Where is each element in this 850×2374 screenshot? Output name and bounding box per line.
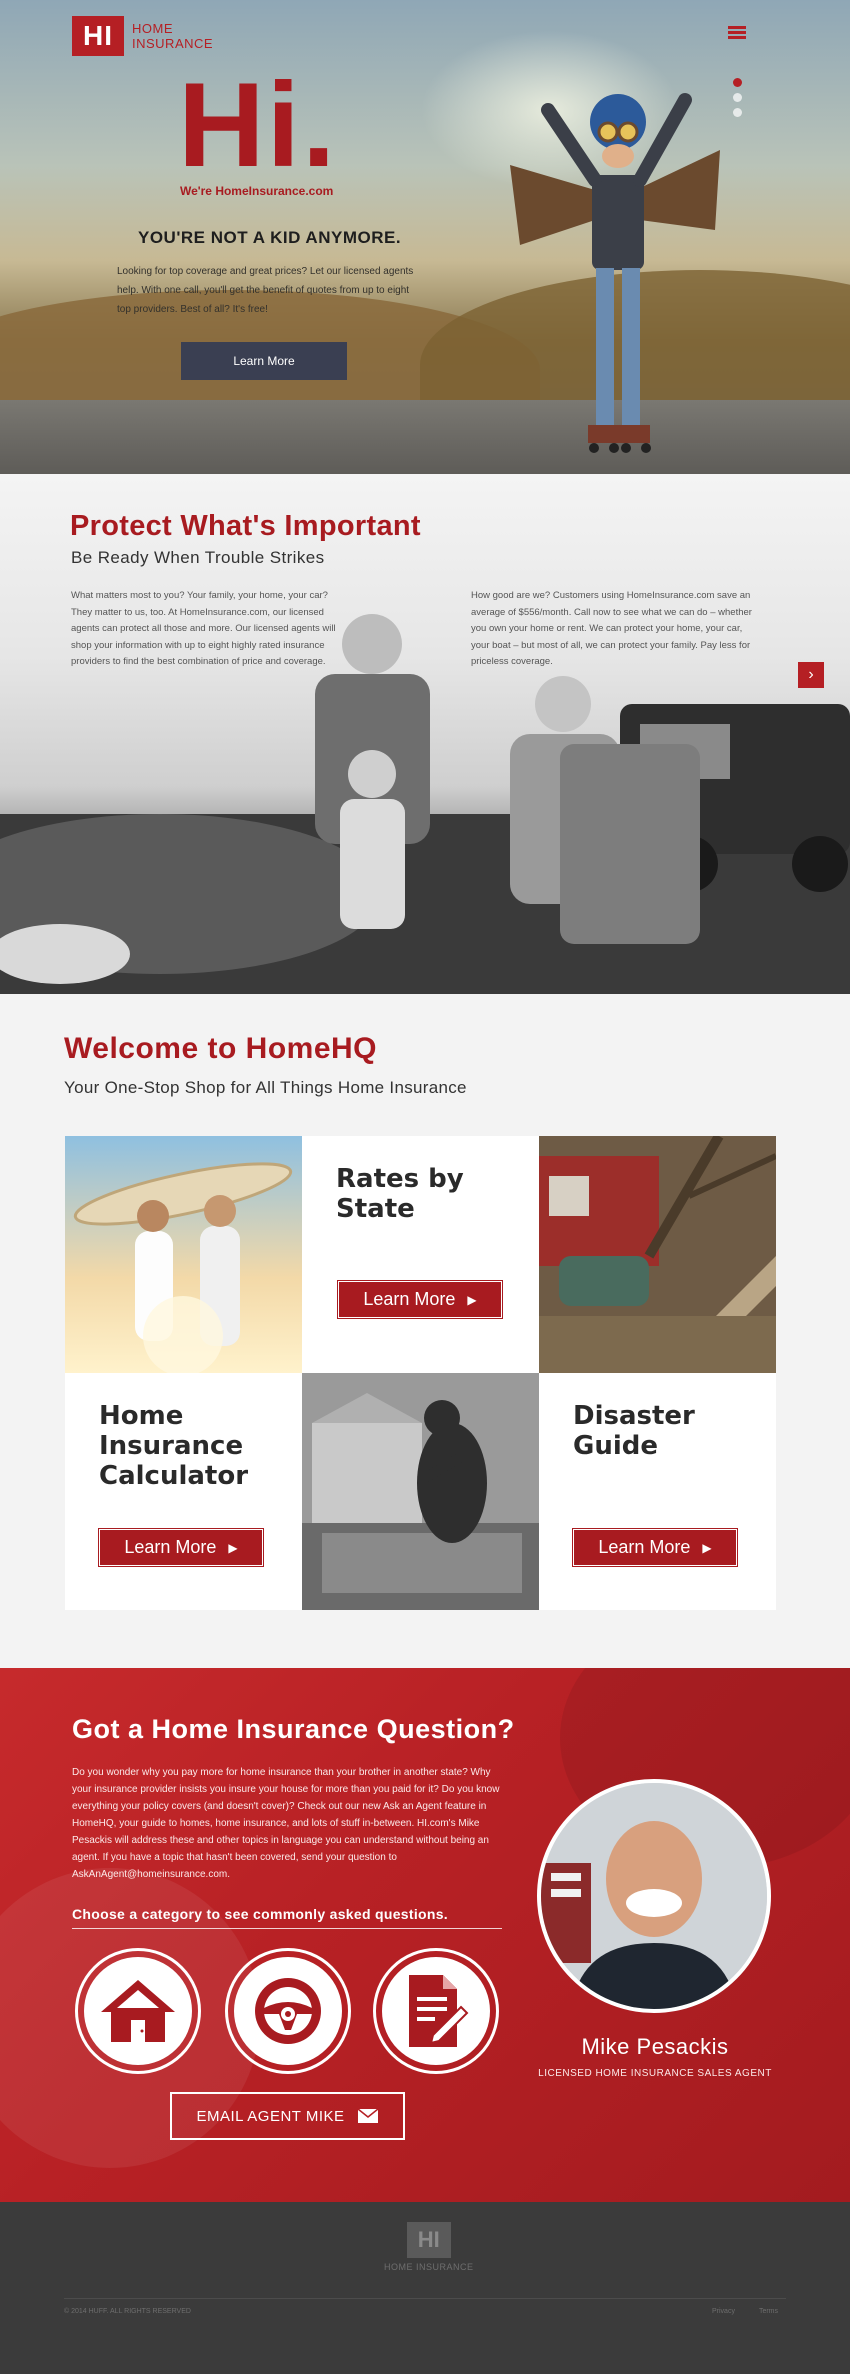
play-arrow-icon: ▶ bbox=[467, 1292, 477, 1307]
play-arrow-icon: ▶ bbox=[702, 1540, 712, 1555]
calculator-learn-more-button[interactable]: Learn More ▶ bbox=[98, 1528, 264, 1567]
protect-text-left: What matters most to you? Your family, y… bbox=[71, 590, 336, 667]
category-policy-button[interactable] bbox=[373, 1948, 499, 2074]
card-title-rates: Rates by State bbox=[336, 1164, 464, 1224]
hero-learn-more-button[interactable]: Learn More bbox=[181, 342, 347, 380]
rates-learn-more-label: Learn More bbox=[363, 1289, 456, 1309]
hamburger-menu-icon[interactable] bbox=[728, 26, 746, 40]
steering-wheel-icon bbox=[255, 1978, 321, 2044]
footer-link-terms[interactable]: Terms bbox=[759, 2308, 778, 2315]
divider bbox=[72, 1928, 502, 1929]
document-pen-icon bbox=[409, 1975, 469, 2047]
protect-title: Protect What's Important bbox=[70, 510, 421, 542]
agent-avatar bbox=[537, 1779, 771, 2013]
hero-kid-image bbox=[510, 93, 720, 453]
agent-name: Mike Pesackis bbox=[581, 2034, 729, 2059]
hero-tagline: We're HomeInsurance.com bbox=[180, 184, 334, 198]
protect-text-right: How good are we? Customers using HomeIns… bbox=[471, 590, 752, 667]
email-agent-label: EMAIL AGENT MIKE bbox=[196, 2107, 345, 2125]
footer-link-privacy[interactable]: Privacy bbox=[712, 2308, 735, 2315]
logo-wordmark: HOME INSURANCE bbox=[132, 21, 213, 51]
play-arrow-icon: ▶ bbox=[228, 1540, 238, 1555]
hero-greeting: Hi. bbox=[178, 58, 338, 192]
hero-headline: YOU'RE NOT A KID ANYMORE. bbox=[138, 228, 402, 247]
category-home-button[interactable] bbox=[75, 1948, 201, 2074]
welcome-title: Welcome to HomeHQ bbox=[64, 1032, 377, 1065]
disaster-learn-more-button[interactable]: Learn More ▶ bbox=[572, 1528, 738, 1567]
envelope-icon bbox=[357, 2108, 378, 2123]
site-logo[interactable]: HI HOME INSURANCE bbox=[72, 16, 213, 56]
storm-damage-image bbox=[539, 1136, 776, 1373]
welcome-subtitle: Your One-Stop Shop for All Things Home I… bbox=[64, 1078, 467, 1097]
category-prompt: Choose a category to see commonly asked … bbox=[72, 1906, 448, 1922]
footer-divider bbox=[64, 2298, 786, 2299]
slide-indicator bbox=[733, 78, 742, 123]
monster-image bbox=[302, 1373, 539, 1610]
footer-links: Privacy Terms bbox=[712, 2308, 778, 2315]
question-title: Got a Home Insurance Question? bbox=[72, 1714, 515, 1744]
question-body: Do you wonder why you pay more for home … bbox=[72, 1767, 500, 1880]
card-title-calculator: Home Insurance Calculator bbox=[99, 1401, 249, 1491]
logo-line1: HOME bbox=[132, 21, 173, 36]
calculator-learn-more-label: Learn More bbox=[124, 1537, 217, 1557]
house-icon bbox=[101, 1980, 175, 2042]
footer-logo[interactable]: HI HOME INSURANCE bbox=[384, 2222, 474, 2272]
email-agent-button[interactable]: EMAIL AGENT MIKE bbox=[170, 2092, 405, 2140]
hero-body: Looking for top coverage and great price… bbox=[117, 266, 414, 315]
ask-agent-section: Got a Home Insurance Question? Do you wo… bbox=[0, 1668, 850, 2202]
rates-learn-more-button[interactable]: Learn More ▶ bbox=[337, 1280, 503, 1319]
slide-dot-3[interactable] bbox=[733, 108, 742, 117]
disaster-learn-more-label: Learn More bbox=[598, 1537, 691, 1557]
card-title-disaster: Disaster Guide bbox=[573, 1401, 695, 1461]
card-rates-by-state: Rates by State Learn More ▶ bbox=[302, 1136, 539, 1373]
category-auto-button[interactable] bbox=[225, 1948, 351, 2074]
hero-section: HI HOME INSURANCE Hi. We're HomeInsuranc… bbox=[0, 0, 850, 474]
slide-dot-2[interactable] bbox=[733, 93, 742, 102]
footer-logo-text: HOME INSURANCE bbox=[384, 2262, 474, 2272]
logo-line2: INSURANCE bbox=[132, 36, 214, 51]
surfers-image bbox=[65, 1136, 302, 1373]
carousel-next-button[interactable]: › bbox=[798, 662, 824, 688]
protect-section: Protect What's Important Be Ready When T… bbox=[0, 474, 850, 994]
agent-title: LICENSED HOME INSURANCE SALES AGENT bbox=[538, 2068, 772, 2079]
slide-dot-1[interactable] bbox=[733, 78, 742, 87]
card-home-insurance-calculator: Home Insurance Calculator Learn More ▶ bbox=[65, 1373, 302, 1610]
site-footer: HI HOME INSURANCE © 2014 HUFF. ALL RIGHT… bbox=[0, 2202, 850, 2374]
homehq-grid: Rates by State Learn More ▶ Home Insuran… bbox=[65, 1136, 776, 1610]
footer-logo-mark: HI bbox=[406, 2222, 451, 2258]
protect-subtitle: Be Ready When Trouble Strikes bbox=[71, 548, 325, 567]
card-disaster-guide: Disaster Guide Learn More ▶ bbox=[539, 1373, 776, 1610]
copyright: © 2014 HUFF. ALL RIGHTS RESERVED bbox=[64, 2308, 191, 2315]
logo-mark: HI bbox=[72, 16, 124, 56]
